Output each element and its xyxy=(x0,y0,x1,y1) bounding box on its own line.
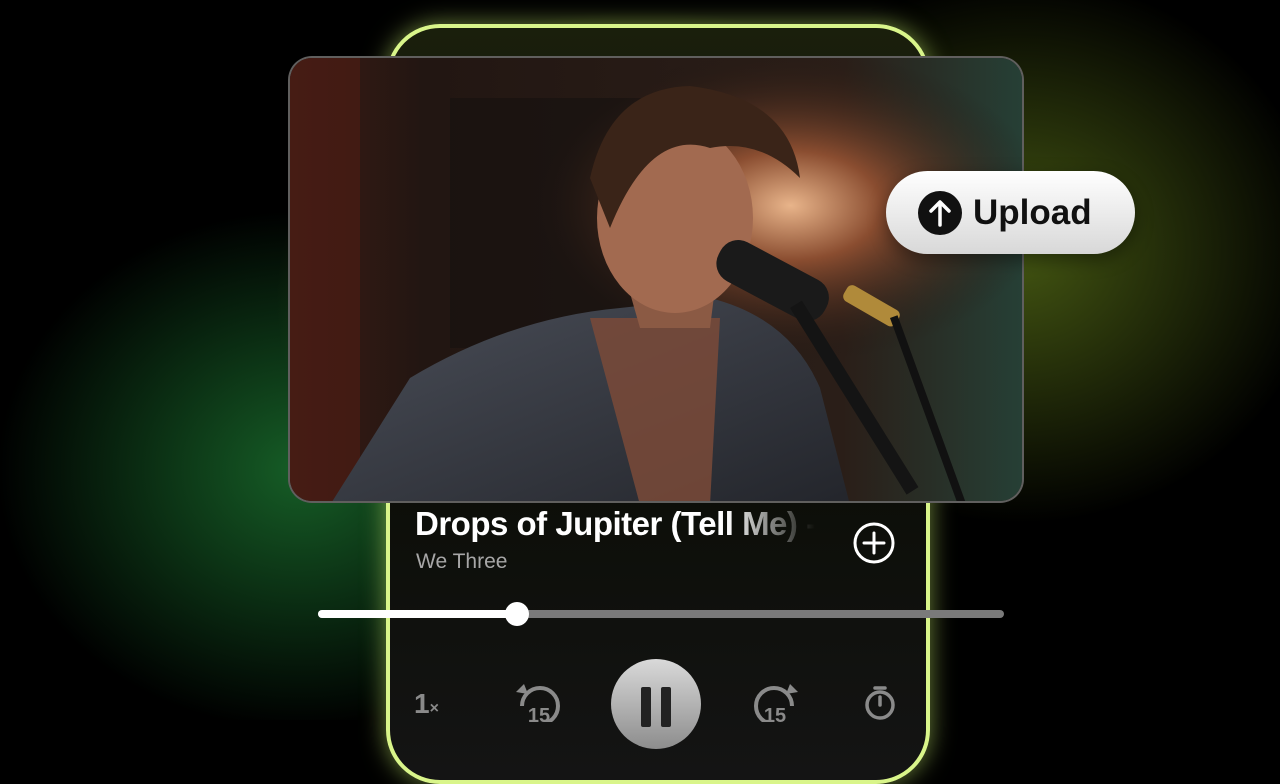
rewind-seconds: 15 xyxy=(528,705,550,722)
pause-icon-left xyxy=(641,687,651,727)
sleep-timer-button[interactable] xyxy=(862,684,898,725)
rewind-icon: 15 xyxy=(516,684,560,727)
playback-speed-button[interactable]: 1× xyxy=(414,688,439,720)
speed-unit: × xyxy=(429,700,439,717)
track-artist[interactable]: We Three xyxy=(416,550,507,574)
pause-button[interactable] xyxy=(611,659,701,749)
progress-played xyxy=(318,610,517,618)
timer-icon xyxy=(865,686,895,720)
pause-icon-right xyxy=(661,687,671,727)
forward-seconds: 15 xyxy=(764,705,786,722)
add-to-library-button[interactable] xyxy=(852,521,896,565)
progress-handle[interactable] xyxy=(504,602,529,626)
track-title: Drops of Jupiter (Tell Me) - xyxy=(415,505,815,542)
upload-label: Upload xyxy=(973,192,1092,232)
speed-value: 1 xyxy=(414,688,430,719)
progress-bar[interactable] xyxy=(318,602,1004,626)
plus-circle-icon xyxy=(853,522,895,564)
upload-button[interactable]: Upload xyxy=(886,171,1135,254)
video-thumbnail[interactable] xyxy=(288,56,1024,503)
forward-icon: 15 xyxy=(754,684,798,727)
performer-image xyxy=(290,58,1022,501)
arrow-up-icon xyxy=(918,190,962,235)
